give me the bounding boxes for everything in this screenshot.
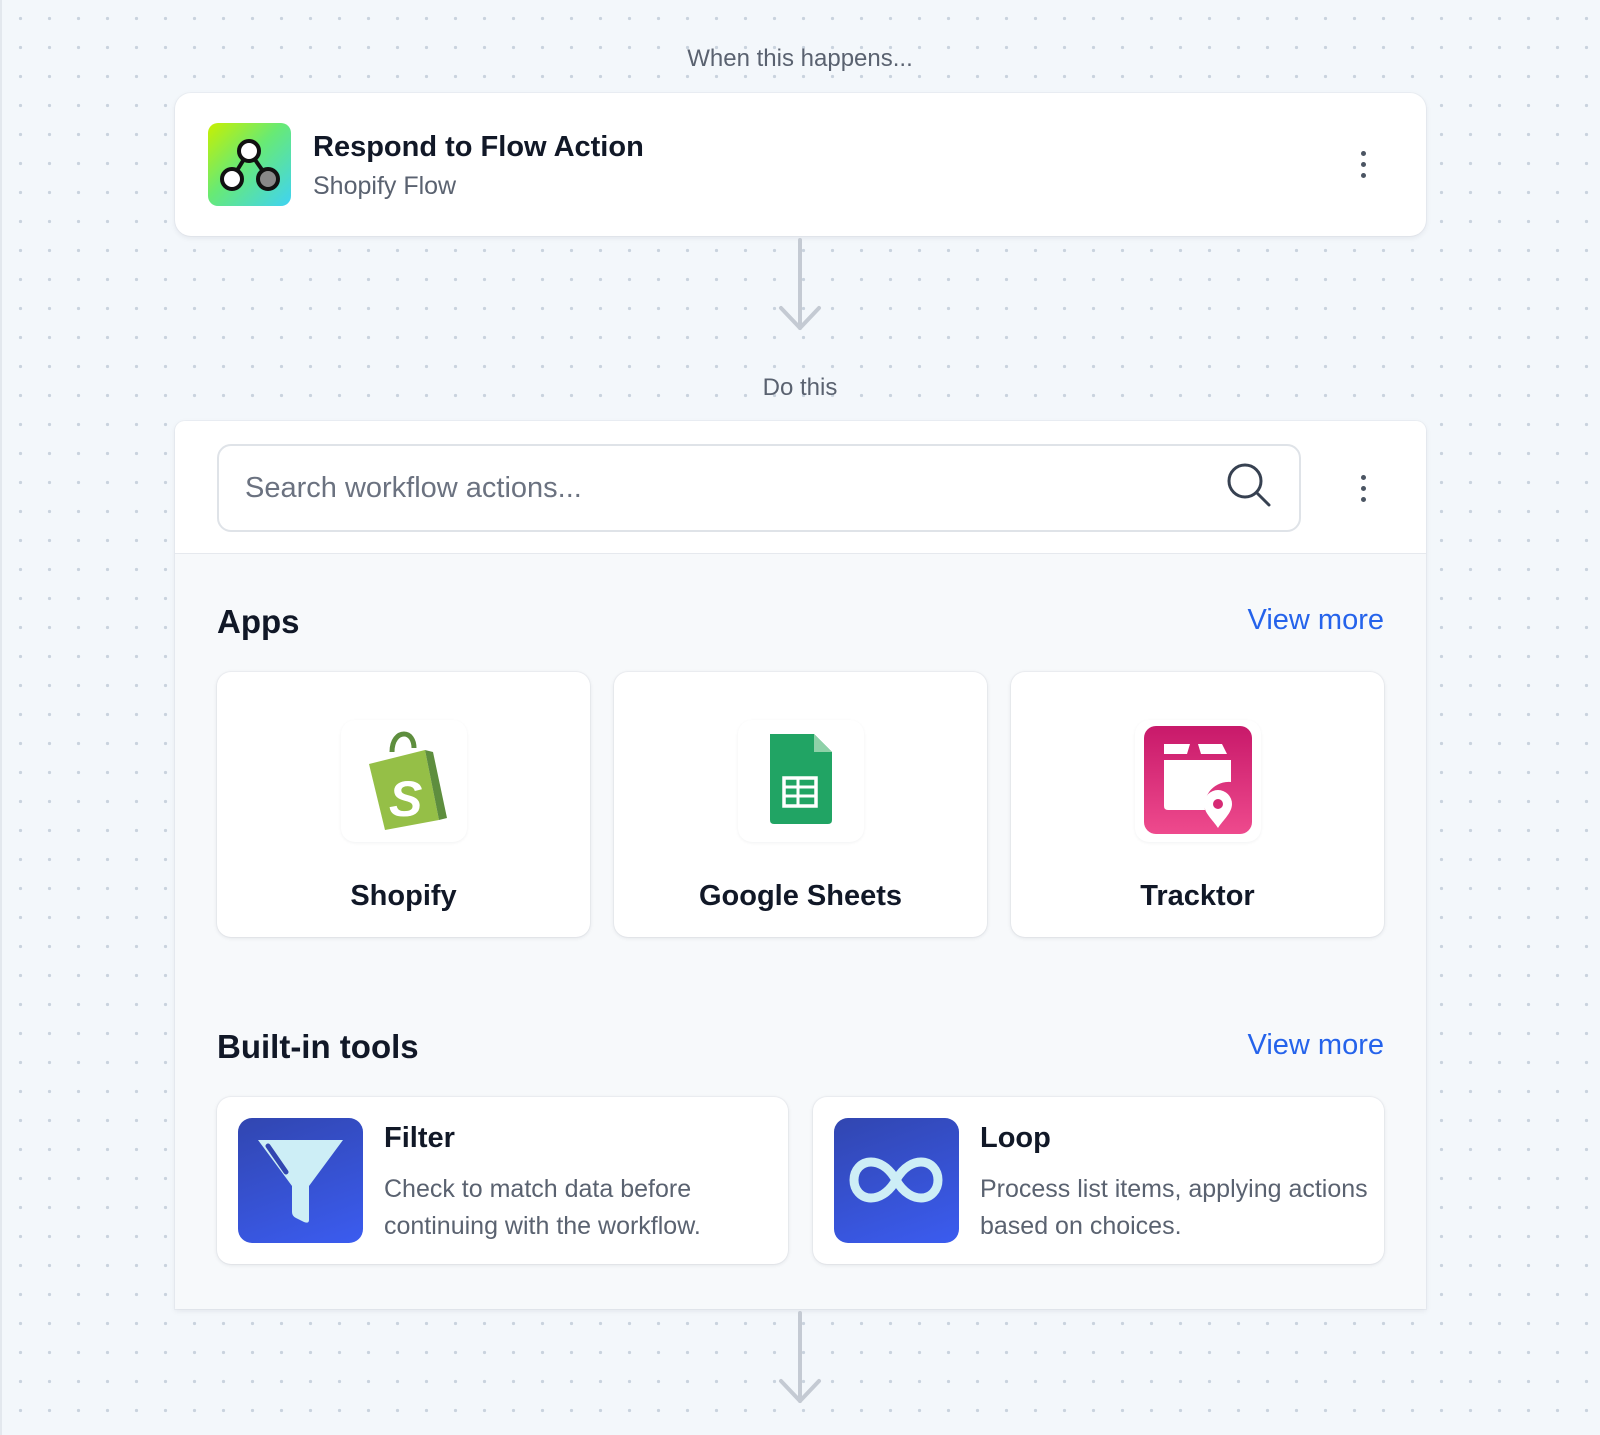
tool-tile-filter[interactable]: Filter Check to match data before contin…	[217, 1097, 788, 1264]
app-name-shopify: Shopify	[350, 880, 457, 912]
tool-description-loop: Process list items, applying actions bas…	[980, 1175, 1368, 1240]
trigger-card[interactable]: Respond to Flow Action Shopify Flow	[175, 93, 1426, 236]
tools-view-more-link[interactable]: View more	[1248, 1029, 1384, 1062]
app-tile-shopify[interactable]: S Shopify	[217, 672, 590, 937]
funnel-icon	[238, 1118, 363, 1243]
infinity-icon	[834, 1118, 959, 1243]
tool-tile-loop[interactable]: Loop Process list items, applying action…	[813, 1097, 1384, 1264]
app-tile-tracktor[interactable]: Tracktor	[1011, 672, 1384, 937]
action-section-label: Do this	[762, 374, 838, 401]
trigger-section-label: When this happens...	[687, 45, 913, 72]
shopify-flow-icon	[208, 123, 291, 206]
trigger-app-name: Shopify Flow	[313, 172, 457, 200]
tool-name-loop: Loop	[980, 1122, 1051, 1154]
tool-name-filter: Filter	[384, 1122, 455, 1154]
tool-description-filter: Check to match data before continuing wi…	[384, 1175, 701, 1240]
apps-view-more-link[interactable]: View more	[1248, 604, 1384, 637]
action-more-options-icon[interactable]	[1348, 468, 1378, 508]
tracktor-icon	[1135, 720, 1261, 842]
search-bar	[175, 421, 1426, 554]
app-name-tracktor: Tracktor	[1140, 880, 1255, 912]
app-tile-google-sheets[interactable]: Google Sheets	[614, 672, 987, 937]
built-in-tools-heading: Built-in tools	[217, 1028, 419, 1065]
shopify-bag-icon: S	[341, 720, 467, 842]
action-picker-card: Apps View more S Shopify Google Sheets	[175, 421, 1426, 1309]
connector-arrow-icon	[779, 238, 821, 330]
trigger-title: Respond to Flow Action	[313, 131, 644, 163]
search-input[interactable]	[217, 444, 1301, 532]
search-icon[interactable]	[1226, 462, 1272, 508]
apps-heading: Apps	[217, 603, 300, 640]
app-name-google-sheets: Google Sheets	[698, 880, 903, 912]
connector-arrow-icon	[779, 1311, 821, 1403]
svg-text:S: S	[389, 771, 422, 827]
canvas-left-border	[0, 0, 2, 1435]
trigger-more-options-icon[interactable]	[1348, 144, 1378, 184]
google-sheets-icon	[738, 720, 864, 842]
